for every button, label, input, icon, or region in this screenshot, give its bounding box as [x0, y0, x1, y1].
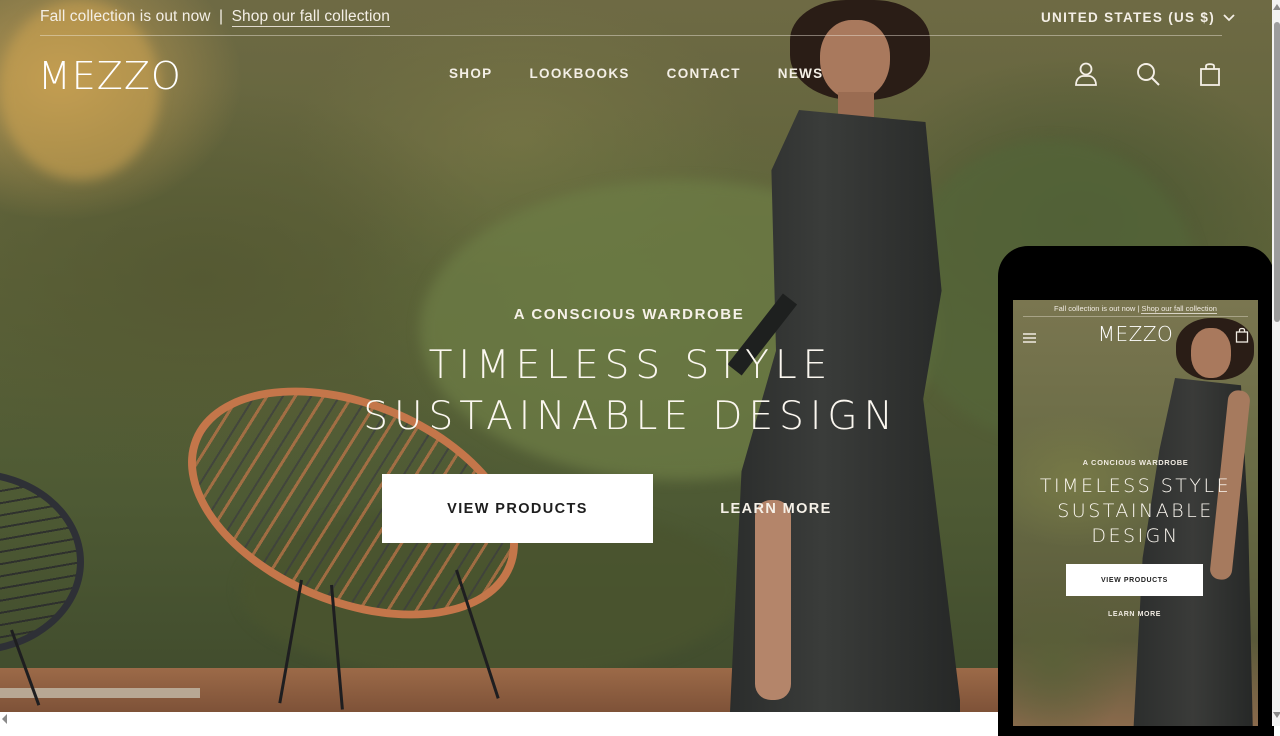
learn-more-button[interactable]: LEARN MORE	[704, 474, 848, 543]
nav-item-shop[interactable]: SHOP	[449, 66, 492, 81]
mobile-site-logo[interactable]: MEZZO	[1013, 322, 1258, 346]
mobile-headline-line-1: TIMELESS STYLE	[1039, 475, 1232, 497]
header-icons	[1072, 60, 1224, 88]
locale-label: UNITED STATES (US $)	[1041, 10, 1216, 25]
scroll-left-arrow-icon[interactable]	[2, 714, 7, 724]
nav-item-news[interactable]: NEWS	[778, 66, 824, 81]
mobile-announcement-text: Fall collection is out now	[1054, 304, 1136, 313]
model-face	[820, 20, 890, 100]
mobile-announcement-separator: |	[1137, 304, 1140, 313]
mobile-headline-line-3: DESIGN	[1091, 525, 1180, 547]
chair-left	[0, 470, 84, 654]
site-logo[interactable]: MEZZO	[38, 54, 182, 98]
mobile-shopping-bag-icon[interactable]	[1235, 327, 1249, 343]
announcement-separator: |	[219, 8, 224, 25]
phone-mockup-screen: Fall collection is out now | Shop our fa…	[1013, 300, 1258, 726]
nav-item-contact[interactable]: CONTACT	[667, 66, 741, 81]
mobile-hero-headline: TIMELESS STYLE SUSTAINABLE DESIGN	[1013, 474, 1258, 549]
announcement-text: Fall collection is out now	[40, 8, 211, 25]
scroll-down-arrow-icon[interactable]	[1273, 712, 1280, 718]
mobile-view-products-button[interactable]: VIEW PRODUCTS	[1066, 564, 1203, 596]
deck-rail	[0, 688, 200, 698]
nav-item-lookbooks[interactable]: LOOKBOOKS	[529, 66, 629, 81]
mobile-learn-more-button[interactable]: LEARN MORE	[1083, 606, 1186, 622]
search-icon[interactable]	[1134, 60, 1162, 88]
main-nav: SHOP LOOKBOOKS CONTACT NEWS	[449, 66, 860, 81]
account-icon[interactable]	[1072, 60, 1100, 88]
fall-collection-link[interactable]: Shop our fall collection	[231, 8, 390, 27]
mobile-headline-line-2: SUSTAINABLE	[1057, 500, 1214, 522]
header-divider	[40, 35, 1222, 36]
view-products-button[interactable]: VIEW PRODUCTS	[382, 474, 653, 543]
scroll-up-arrow-icon[interactable]	[1273, 4, 1280, 10]
shopping-bag-icon[interactable]	[1196, 60, 1224, 88]
hero-eyebrow-text: A CONSCIOUS WARDROBE	[513, 306, 745, 323]
vertical-scrollbar-thumb[interactable]	[1274, 22, 1280, 322]
mobile-fall-collection-link[interactable]: Shop our fall collection	[1141, 304, 1217, 314]
mobile-header-divider	[1023, 316, 1248, 317]
announcement-bar: Fall collection is out now | Shop our fa…	[40, 8, 390, 27]
mobile-announcement-bar: Fall collection is out now | Shop our fa…	[1013, 304, 1258, 314]
locale-selector[interactable]: UNITED STATES (US $)	[1041, 10, 1235, 25]
mobile-hero-eyebrow: A CONCIOUS WARDROBE	[1082, 458, 1189, 467]
chevron-down-icon	[1223, 10, 1235, 25]
